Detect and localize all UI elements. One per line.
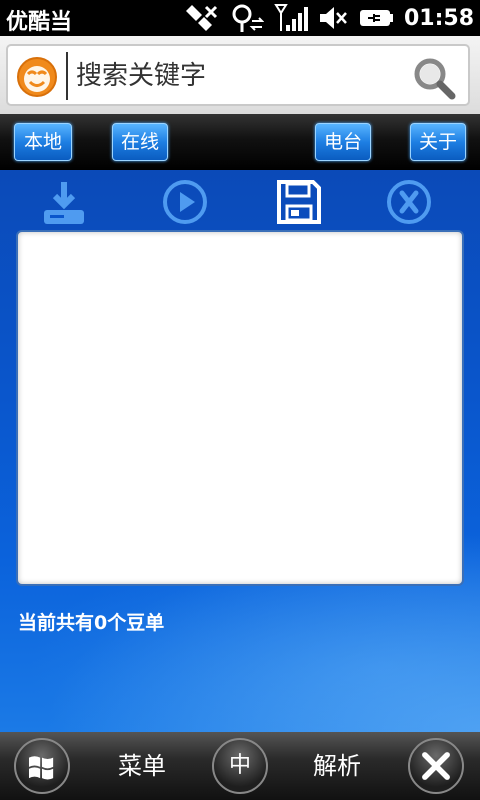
location-sync-icon: [232, 4, 264, 32]
search-input[interactable]: [66, 52, 396, 100]
satellite-off-icon: [185, 5, 218, 31]
search-box: [6, 44, 470, 106]
bottom-bar: 菜单 中 解析: [0, 732, 480, 800]
youku-face-logo: [17, 57, 57, 97]
start-button[interactable]: [14, 738, 70, 794]
playlist-count-text: 当前共有0个豆单: [18, 612, 165, 634]
play-icon[interactable]: [161, 178, 209, 226]
status-bar: 优酷当 01:58: [0, 0, 480, 36]
volume-muted-icon: [319, 7, 347, 29]
main-panel: 当前共有0个豆单: [0, 170, 480, 732]
windows-flag-icon: [29, 756, 54, 780]
close-button[interactable]: [408, 738, 464, 794]
close-icon: [422, 752, 450, 780]
magnifier-icon[interactable]: [412, 56, 456, 100]
battery-charging-icon: [359, 10, 393, 26]
delete-icon[interactable]: [385, 178, 433, 226]
save-icon[interactable]: [275, 178, 323, 226]
radio-button[interactable]: 电台: [315, 123, 371, 161]
status-icons: 01:58: [180, 2, 474, 34]
local-button[interactable]: 本地: [14, 123, 72, 161]
action-icon-row: [0, 174, 480, 226]
status-time: 01:58: [403, 5, 474, 31]
playlist-area[interactable]: [16, 230, 464, 586]
download-icon[interactable]: [40, 178, 88, 226]
parse-softkey[interactable]: 解析: [313, 746, 361, 786]
ime-label: 中: [228, 753, 251, 778]
menu-softkey[interactable]: 菜单: [118, 746, 166, 786]
toolbar: 本地 在线 电台 关于: [0, 114, 480, 170]
about-button[interactable]: 关于: [410, 123, 466, 161]
ime-button[interactable]: 中: [212, 738, 268, 794]
status-app-title: 优酷当: [6, 10, 73, 35]
search-area: [0, 36, 480, 114]
online-button[interactable]: 在线: [112, 123, 168, 161]
signal-icon: [274, 4, 308, 31]
